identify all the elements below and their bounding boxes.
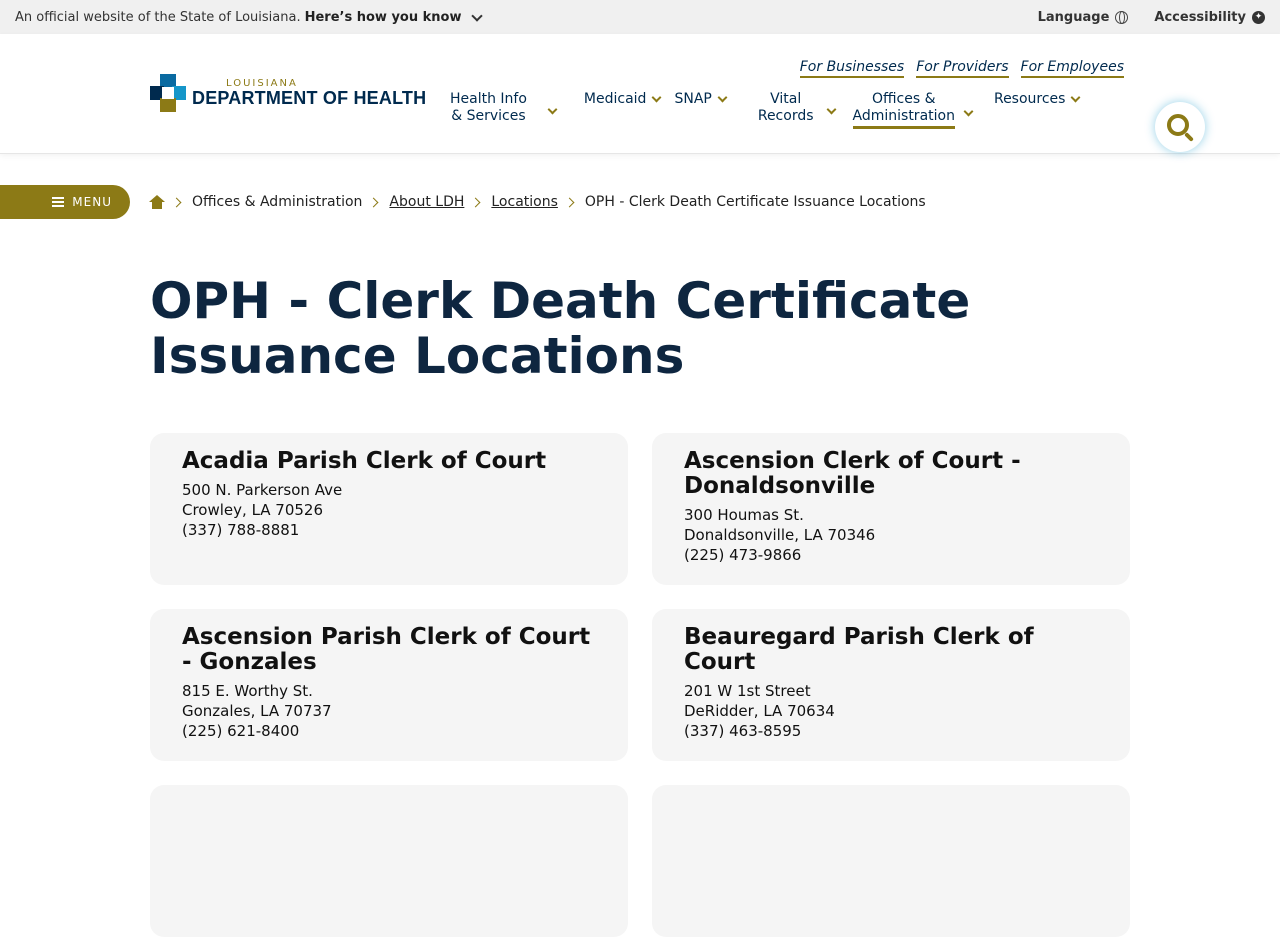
location-name: Ascension Parish Clerk of Court - Gonzal… — [182, 624, 591, 675]
ldh-logo-mark — [150, 74, 186, 112]
breadcrumb-link[interactable]: Locations — [491, 194, 558, 210]
home-icon[interactable] — [149, 195, 165, 209]
location-card — [150, 785, 628, 937]
location-city: DeRidder, LA 70634 — [684, 702, 835, 720]
location-street: 815 E. Worthy St. — [182, 682, 313, 700]
search-button[interactable] — [1155, 102, 1205, 152]
nav-medicaid[interactable]: Medicaid — [583, 91, 662, 108]
location-card: Beauregard Parish Clerk of Court 201 W 1… — [652, 609, 1130, 761]
language-button[interactable]: Language — [1038, 10, 1129, 25]
chevron-down-icon — [826, 104, 836, 114]
main-nav: Health Info & Services Medicaid SNAP Vit… — [440, 91, 1081, 129]
breadcrumb-current: OPH - Clerk Death Certificate Issuance L… — [584, 194, 926, 210]
chevron-right-icon — [368, 197, 379, 207]
accessibility-icon: ✦ — [1252, 10, 1265, 24]
audience-links: For Businesses For Providers For Employe… — [799, 59, 1124, 78]
globe-icon — [1115, 10, 1129, 24]
nav-label: Health Info & Services — [450, 91, 527, 124]
chevron-right-icon — [171, 197, 182, 207]
hamburger-icon — [52, 197, 65, 207]
chevron-down-icon — [1071, 92, 1081, 103]
nav-label: Medicaid — [583, 91, 647, 107]
location-name: Ascension Clerk of Court - Donaldsonvill… — [684, 448, 1021, 499]
breadcrumb-item[interactable]: Offices & Administration — [192, 194, 362, 210]
nav-snap[interactable]: SNAP — [674, 91, 728, 108]
official-site-banner: An official website of the State of Loui… — [0, 0, 1280, 34]
site-header: LOUISIANA DEPARTMENT OF HEALTH For Busin… — [0, 34, 1280, 154]
location-street: 500 N. Parkerson Ave — [182, 481, 343, 499]
location-city: Donaldsonville, LA 70346 — [684, 526, 876, 544]
chevron-right-icon — [470, 197, 481, 207]
location-phone[interactable]: (337) 463-8595 — [684, 721, 1098, 741]
breadcrumb: Offices & Administration About LDH Locat… — [149, 194, 926, 210]
official-notice[interactable]: An official website of the State of Loui… — [15, 9, 484, 25]
location-street: 201 W 1st Street — [684, 682, 811, 700]
chevron-right-icon — [564, 197, 575, 207]
nav-label: SNAP — [674, 91, 712, 107]
language-label: Language — [1037, 9, 1110, 25]
page-title: OPH - Clerk Death Certificate Issuance L… — [150, 272, 971, 385]
location-card: Ascension Clerk of Court - Donaldsonvill… — [652, 433, 1130, 585]
chevron-down-icon — [471, 9, 484, 22]
accessibility-button[interactable]: Accessibility ✦ — [1154, 10, 1265, 25]
breadcrumb-link[interactable]: About LDH — [389, 194, 464, 210]
accessibility-label: Accessibility — [1154, 9, 1246, 25]
location-phone[interactable]: (225) 621-8400 — [182, 721, 596, 741]
nav-resources[interactable]: Resources — [993, 91, 1081, 108]
location-phone[interactable]: (225) 473-9866 — [684, 545, 1098, 565]
nav-vital-records[interactable]: Vital Records — [757, 91, 836, 125]
chevron-down-icon — [717, 92, 728, 103]
location-city: Gonzales, LA 70737 — [182, 702, 332, 720]
location-card — [652, 785, 1130, 937]
location-phone[interactable]: (337) 788-8881 — [182, 520, 596, 540]
location-name: Beauregard Parish Clerk of Court — [684, 624, 1034, 675]
location-city: Crowley, LA 70526 — [182, 501, 324, 519]
breadcrumb-row: MENU Offices & Administration About LDH … — [0, 185, 1280, 219]
location-street: 300 Houmas St. — [684, 506, 804, 524]
menu-button[interactable]: MENU — [0, 185, 130, 219]
nav-health-info[interactable]: Health Info & Services — [440, 91, 558, 125]
nav-offices-administration[interactable]: Offices & Administration — [852, 91, 974, 129]
official-text: An official website of the State of Loui… — [15, 9, 301, 25]
location-card: Ascension Parish Clerk of Court - Gonzal… — [150, 609, 628, 761]
menu-label: MENU — [72, 195, 112, 209]
chevron-down-icon — [547, 104, 558, 114]
for-businesses-link[interactable]: For Businesses — [799, 59, 905, 78]
nav-label: Vital Records — [757, 91, 814, 124]
location-cards: Acadia Parish Clerk of Court 500 N. Park… — [150, 433, 1130, 937]
ldh-logo[interactable]: LOUISIANA DEPARTMENT OF HEALTH — [150, 74, 426, 112]
location-name: Acadia Parish Clerk of Court — [182, 448, 547, 474]
for-providers-link[interactable]: For Providers — [916, 59, 1009, 78]
for-employees-link[interactable]: For Employees — [1020, 59, 1124, 78]
chevron-down-icon — [652, 92, 662, 103]
chevron-down-icon — [963, 106, 974, 116]
nav-label: Resources — [993, 91, 1066, 107]
location-card: Acadia Parish Clerk of Court 500 N. Park… — [150, 433, 628, 585]
search-icon — [1167, 114, 1189, 136]
how-you-know-toggle[interactable]: Here’s how you know — [305, 10, 462, 25]
logo-department: DEPARTMENT OF HEALTH — [192, 88, 427, 108]
nav-label: Offices & Administration — [852, 91, 955, 129]
